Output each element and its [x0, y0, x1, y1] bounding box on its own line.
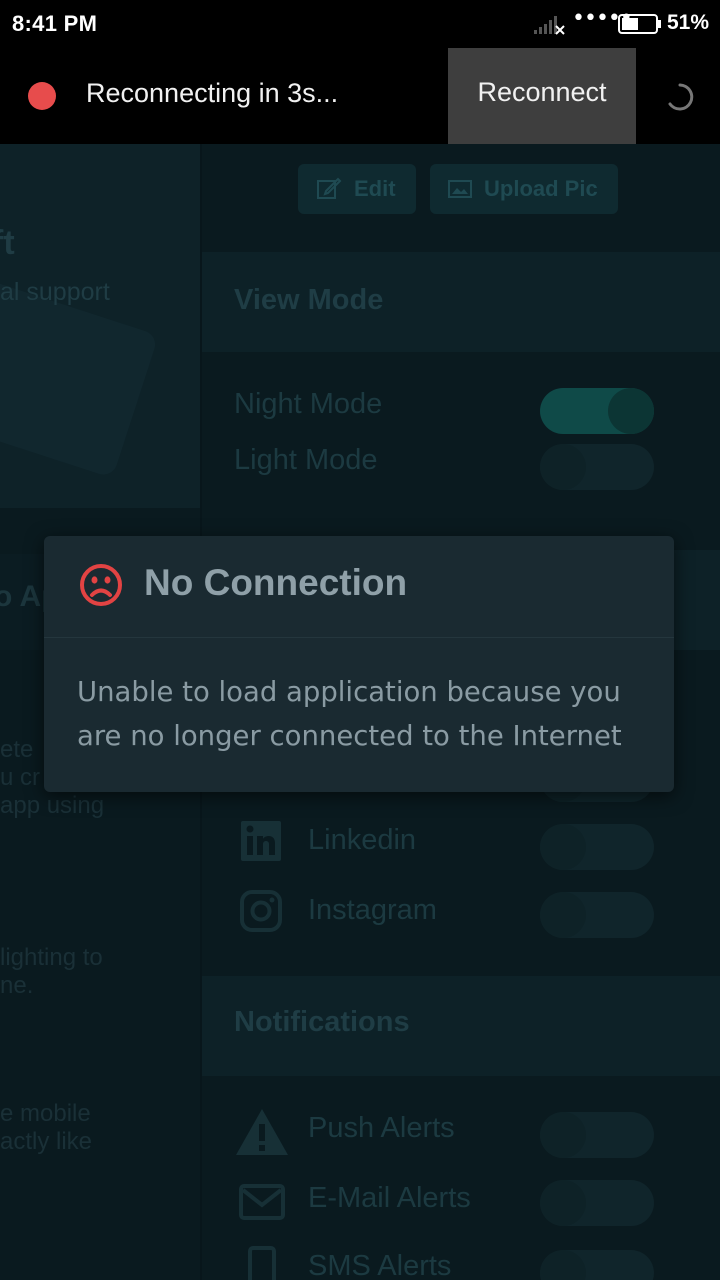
- toggle-knob: [608, 388, 654, 434]
- reconnect-message: Reconnecting in 3s...: [86, 78, 339, 108]
- promo-card: ft al support: [0, 144, 200, 508]
- reconnect-banner: Reconnecting in 3s... Reconnect: [0, 48, 720, 144]
- status-bar: 8:41 PM ••••• 51%: [0, 0, 720, 48]
- reconnect-button[interactable]: Reconnect: [448, 48, 636, 144]
- status-time: 8:41 PM: [12, 11, 98, 36]
- spinner-icon: [668, 83, 694, 111]
- upload-pic-label: Upload Pic: [484, 176, 598, 201]
- left-text-line: ne.: [0, 972, 34, 999]
- view-mode-title: View Mode: [234, 284, 384, 316]
- night-mode-label: Night Mode: [234, 388, 383, 420]
- left-text-line: e mobile: [0, 1100, 91, 1127]
- instagram-icon: [240, 890, 282, 932]
- left-text-line: app using: [0, 792, 105, 819]
- left-text-line: actly like: [0, 1128, 93, 1155]
- sad-face-icon: [80, 564, 122, 606]
- left-text-line: u cr: [0, 764, 41, 791]
- night-mode-toggle[interactable]: [540, 388, 654, 434]
- instagram-toggle[interactable]: [540, 892, 654, 938]
- notifications-title: Notifications: [234, 1006, 410, 1038]
- battery-percent: 51%: [667, 11, 710, 34]
- email-alerts-toggle[interactable]: [540, 1180, 654, 1226]
- edit-icon: [317, 177, 342, 199]
- toggle-knob: [540, 892, 586, 938]
- instagram-label: Instagram: [308, 894, 437, 926]
- push-alerts-label: Push Alerts: [308, 1112, 455, 1144]
- warning-icon: [236, 1109, 288, 1155]
- upload-pic-button[interactable]: Upload Pic: [430, 164, 618, 214]
- light-mode-toggle[interactable]: [540, 444, 654, 490]
- dialog-header: No Connection: [44, 536, 674, 638]
- dialog-message: Unable to load application because you a…: [77, 676, 622, 752]
- offline-status-dot: [28, 82, 56, 110]
- edit-button[interactable]: Edit: [298, 164, 416, 214]
- light-mode-label: Light Mode: [234, 444, 378, 476]
- dialog-title: No Connection: [144, 562, 408, 603]
- edit-label: Edit: [354, 176, 396, 201]
- toggle-knob: [540, 1112, 586, 1158]
- sms-alerts-toggle[interactable]: [540, 1250, 654, 1280]
- envelope-icon: [239, 1184, 285, 1220]
- toggle-knob: [540, 824, 586, 870]
- battery-icon: [618, 14, 661, 34]
- linkedin-toggle[interactable]: [540, 824, 654, 870]
- phone-icon: [248, 1246, 276, 1280]
- left-text-line: ete: [0, 736, 34, 763]
- promo-subtitle: al support: [0, 278, 110, 306]
- push-alerts-toggle[interactable]: [540, 1112, 654, 1158]
- toggle-knob: [540, 1250, 586, 1280]
- image-icon: [448, 180, 472, 198]
- email-alerts-label: E-Mail Alerts: [308, 1182, 471, 1214]
- signal-icon: [534, 16, 565, 35]
- linkedin-icon: [241, 821, 281, 861]
- phone-illustration: [0, 279, 159, 479]
- linkedin-label: Linkedin: [308, 824, 417, 856]
- sms-alerts-label: SMS Alerts: [308, 1250, 452, 1280]
- toggle-knob: [540, 1180, 586, 1226]
- no-connection-dialog: No Connection Unable to load application…: [44, 536, 674, 792]
- toggle-knob: [540, 444, 586, 490]
- left-text-line: lighting to: [0, 944, 103, 971]
- promo-title: ft: [0, 224, 15, 262]
